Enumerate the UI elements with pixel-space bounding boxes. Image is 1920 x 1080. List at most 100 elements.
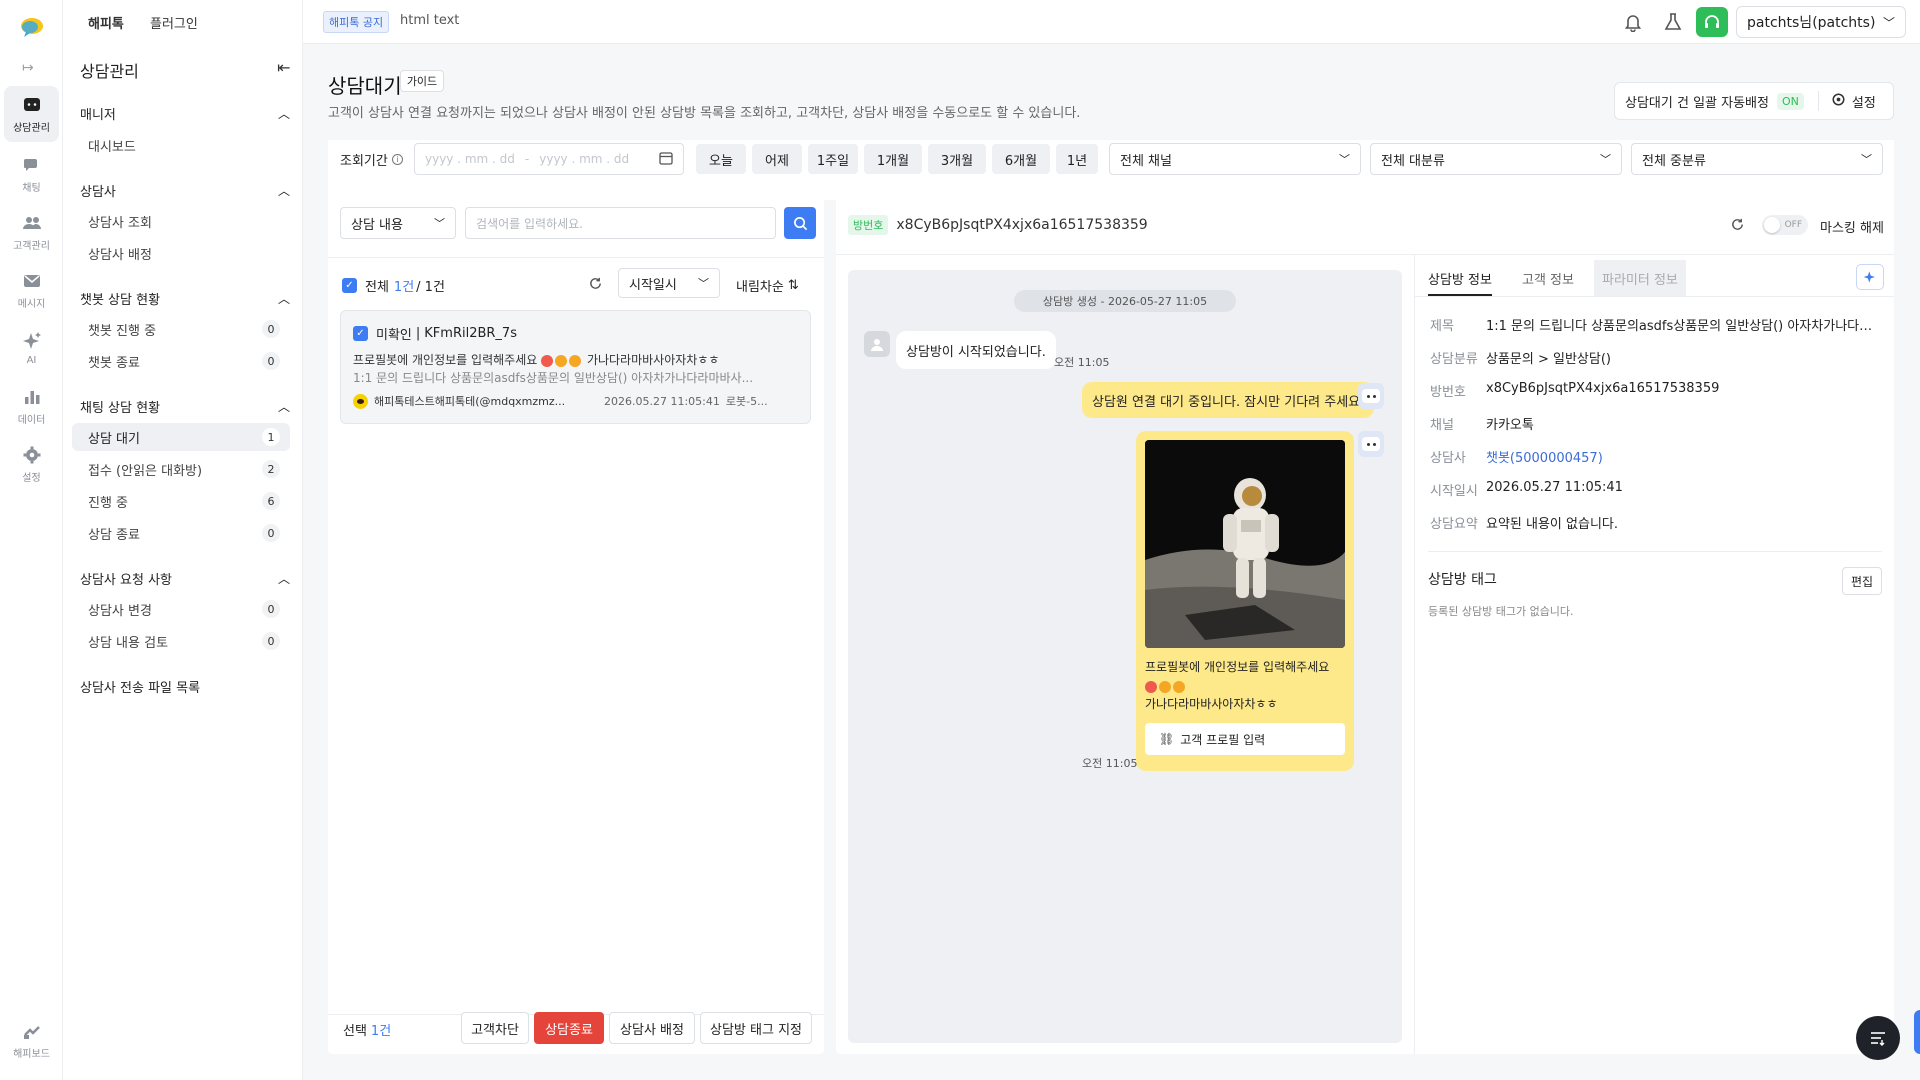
tab-happytalk[interactable]: 해피톡 [88,13,124,32]
major-category-select[interactable]: 전체 대분류 ﹀ [1370,143,1622,175]
refresh-icon[interactable] [588,276,603,295]
user-menu[interactable]: patchts님(patchts) ﹀ [1736,6,1906,38]
middle-value: 전체 중분류 [1642,153,1706,169]
date-range-input[interactable]: yyyy . mm . dd - yyyy . mm . dd [414,143,684,175]
sidebar-item-chatbot-active[interactable]: 챗봇 진행 중 0 [72,315,290,343]
sort-field-select[interactable]: 시작일시 ﹀ [618,268,720,298]
sidebar-item-agent-change[interactable]: 상담사 변경 0 [72,595,290,623]
happytalk-logo[interactable] [20,16,44,38]
sort-order-button[interactable]: 내림차순 ⇅ [736,276,799,295]
middle-category-select[interactable]: 전체 중분류 ﹀ [1631,143,1883,175]
list-item[interactable]: ✓ 미확인 | KFmRil2BR_7s 프로필봇에 개인정보를 입력해주세요 … [340,310,811,424]
quick-yesterday[interactable]: 어제 [752,144,802,174]
search-type-value: 상담 내용 [351,217,403,233]
collapse-sidebar-icon[interactable]: ⇤ [277,58,290,77]
sort-field-value: 시작일시 [629,277,677,293]
info-key: 채널 [1430,418,1454,433]
section-agent[interactable]: 상담사 ︿ [80,181,290,200]
sidebar-item-dashboard[interactable]: 대시보드 [72,131,290,159]
section-manager[interactable]: 매니저 ︿ [80,104,290,123]
end-consult-button[interactable]: 상담종료 [534,1012,604,1044]
info-key: 상담분류 [1430,352,1478,367]
sidebar-item-review[interactable]: 상담 내용 검토 0 [72,627,290,655]
link-icon: ⛓ [1159,732,1175,746]
gear-icon [23,446,40,463]
select-all-checkbox[interactable]: ✓ [342,278,357,293]
expand-icon[interactable]: ↦ [22,60,34,76]
refresh-icon[interactable] [1730,217,1745,236]
chevron-down-icon: ﹀ [434,217,445,230]
quick-1year[interactable]: 1년 [1056,144,1098,174]
sidebar-item-label: 상담 내용 검토 [88,635,169,651]
channel-select[interactable]: 전체 채널 ﹀ [1109,143,1361,175]
tab-room-info[interactable]: 상담방 정보 [1428,269,1492,296]
rail-item-consult[interactable]: 상담관리 [4,86,59,142]
chevron-down-icon: ﹀ [1339,153,1350,166]
quick-1month[interactable]: 1개월 [864,144,922,174]
flask-icon[interactable] [1663,12,1683,36]
tab-customer-info[interactable]: 고객 정보 [1522,269,1574,288]
item-checkbox[interactable]: ✓ [353,326,368,341]
info-icon[interactable]: i [391,154,403,165]
quick-today[interactable]: 오늘 [696,144,746,174]
tab-parameter-info[interactable]: 파라미터 정보 [1594,260,1686,296]
emoji-icon [1173,680,1185,693]
quick-3month[interactable]: 3개월 [928,144,986,174]
headset-button[interactable] [1696,7,1728,37]
rail-item-data[interactable]: 데이터 [4,378,59,434]
sidebar-item-waiting[interactable]: 상담 대기 1 [72,423,290,451]
section-chat-status[interactable]: 채팅 상담 현황 ︿ [80,397,290,416]
tab-plugin[interactable]: 플러그인 [150,13,198,32]
block-customer-button[interactable]: 고객차단 [461,1012,529,1044]
notice-text[interactable]: html text [400,13,459,28]
floating-menu-button[interactable] [1856,1016,1900,1060]
rail-label: 채팅 [22,182,41,194]
section-agent-requests[interactable]: 상담사 요청 사항 ︿ [80,569,290,588]
sidebar-item-ended[interactable]: 상담 종료 0 [72,519,290,547]
guide-button[interactable]: 가이드 [400,70,444,92]
bot-icon [1358,431,1384,457]
rail-item-chat[interactable]: 채팅 [4,146,59,202]
search-type-select[interactable]: 상담 내용 ﹀ [340,207,456,239]
rail-item-message[interactable]: 메시지 [4,262,59,318]
sidebar-item-in-progress[interactable]: 진행 중 6 [72,487,290,515]
date-from-placeholder: yyyy . mm . dd [425,152,515,166]
settings-button[interactable]: 설정 [1852,92,1876,111]
sidebar-item-agent-assign[interactable]: 상담사 배정 [72,239,290,267]
sidebar-item-chatbot-ended[interactable]: 챗봇 종료 0 [72,347,290,375]
calendar-icon [659,151,673,168]
quick-1week[interactable]: 1주일 [808,144,858,174]
search-input[interactable]: 검색어를 입력하세요. [465,207,776,239]
auto-assign-state[interactable]: ON [1776,92,1804,110]
agent-link[interactable]: 챗봇(5000000457) [1486,447,1876,466]
mail-icon [23,274,40,287]
select-all-row: ✓ 전체 1건 / 1건 [342,276,445,295]
sidebar-item-label: 대시보드 [88,139,136,155]
sidebar-item-agent-search[interactable]: 상담사 조회 [72,207,290,235]
sidebar-item-received[interactable]: 접수 (안읽은 대화방) 2 [72,455,290,483]
rail-item-settings[interactable]: 설정 [4,436,59,492]
ai-summary-button[interactable] [1856,264,1884,290]
assign-agent-button[interactable]: 상담사 배정 [609,1012,695,1044]
rail-item-happyboard[interactable]: 해피보드 [4,1012,59,1068]
section-title: 챗봇 상담 현황 [80,293,161,308]
masking-toggle[interactable]: OFF [1762,215,1808,235]
rail-item-customers[interactable]: 고객관리 [4,204,59,260]
chevron-down-icon: ﹀ [698,277,709,290]
side-handle[interactable] [1914,1010,1920,1054]
chevron-down-icon: ﹀ [1861,153,1872,166]
quick-6month[interactable]: 6개월 [992,144,1050,174]
card-text2: 가나다라마바사아자차ㅎㅎ [1145,697,1278,711]
rail-item-ai[interactable]: AI [4,320,59,376]
customer-profile-button[interactable]: ⛓ 고객 프로필 입력 [1145,723,1345,755]
sidebar-item-file-list[interactable]: 상담사 전송 파일 목록 [80,677,200,696]
tag-edit-button[interactable]: 편집 [1842,567,1882,595]
sidebar-item-label: 상담 대기 [88,431,140,447]
room-badge: 방번호 [848,215,889,235]
bell-icon[interactable] [1623,12,1643,36]
search-button[interactable] [784,207,816,239]
message-wait: 상담원 연결 대기 중입니다. 잠시만 기다려 주세요. [1082,382,1375,418]
section-chatbot-status[interactable]: 챗봇 상담 현황 ︿ [80,289,290,308]
item-bot: 로봇-5... [725,395,768,408]
assign-tag-button[interactable]: 상담방 태그 지정 [700,1012,812,1044]
